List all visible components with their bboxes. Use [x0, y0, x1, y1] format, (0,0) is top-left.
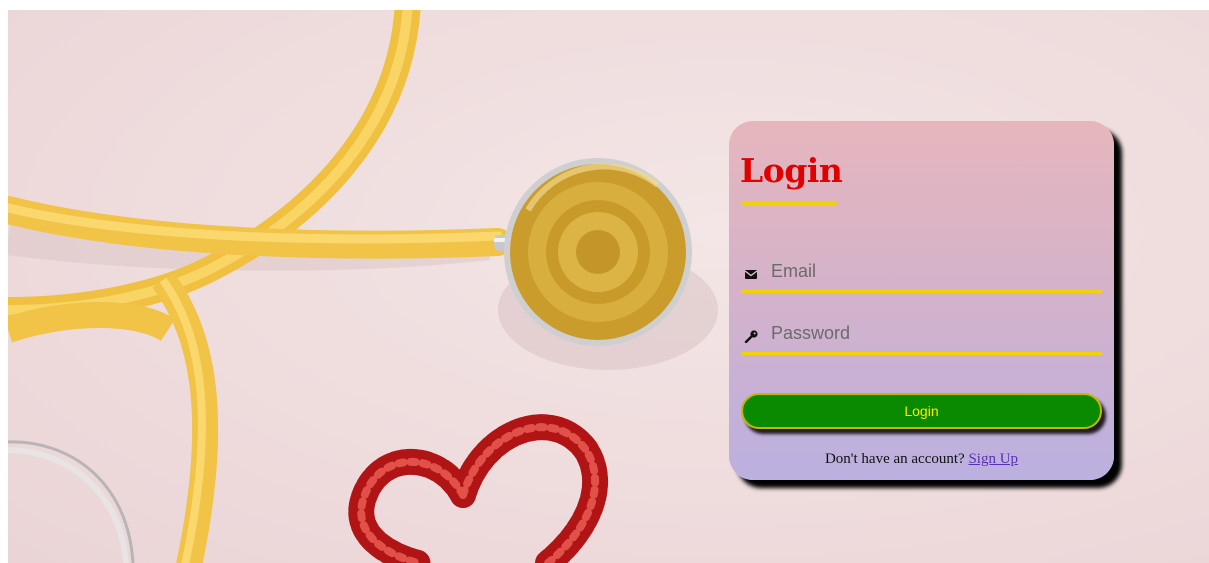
email-input[interactable] — [771, 253, 1091, 289]
password-field[interactable] — [741, 315, 1102, 355]
envelope-icon — [744, 270, 758, 279]
password-input[interactable] — [771, 315, 1091, 351]
login-title: Login — [740, 151, 843, 190]
login-button[interactable]: Login — [741, 393, 1102, 429]
key-icon — [744, 330, 758, 343]
title-underline — [741, 201, 837, 205]
email-field[interactable] — [741, 253, 1102, 293]
signup-row: Don't have an account? Sign Up — [729, 451, 1114, 468]
signup-prompt: Don't have an account? — [824, 451, 965, 467]
signup-link[interactable]: Sign Up — [968, 451, 1018, 467]
login-card: Login Login Don't have an account? Sign … — [729, 121, 1114, 480]
